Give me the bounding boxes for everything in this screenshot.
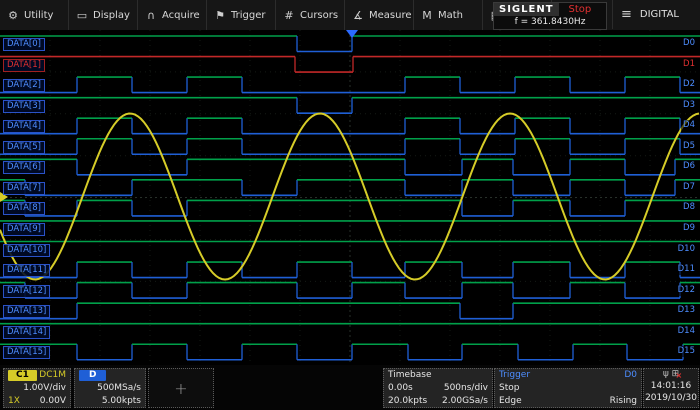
digital-channel-short-d7[interactable]: D7	[681, 181, 697, 193]
usb-icon: ψ	[662, 369, 669, 379]
timebase-title: Timebase	[388, 370, 432, 380]
digital-channel-label-d5[interactable]: DATA[5]	[3, 140, 45, 154]
digital-channel-short-d14[interactable]: D14	[675, 325, 697, 337]
menu-item-measure[interactable]: ∡ Measure	[345, 0, 414, 30]
trigger-position-marker[interactable]	[346, 30, 358, 38]
timebase-scale: 500ns/div	[443, 383, 488, 393]
math-icon: M	[422, 8, 432, 22]
cursors-icon: #	[284, 8, 294, 22]
digital-channel-short-d6[interactable]: D6	[681, 161, 697, 173]
trigger-source: D0	[624, 370, 637, 380]
measure-icon: ∡	[353, 8, 363, 22]
digital-channel-label-d6[interactable]: DATA[6]	[3, 161, 45, 175]
digital-channel-short-d15[interactable]: D15	[675, 346, 697, 358]
brand-status-box: SIGLENT Stop f = 361.8430Hz	[493, 2, 607, 30]
timebase-rate: 2.00GSa/s	[442, 396, 488, 406]
digital-channel-short-d4[interactable]: D4	[681, 120, 697, 132]
menu-item-trigger[interactable]: ⚑ Trigger	[207, 0, 276, 30]
menu-item-cursors[interactable]: # Cursors	[276, 0, 345, 30]
digital-channel-label-d8[interactable]: DATA[8]	[3, 202, 45, 216]
c1-probe-atten: 1X	[8, 396, 20, 406]
channel1-descriptor[interactable]: C1 DC1M 1.00V/div 1X 0.00V	[3, 368, 71, 408]
timebase-depth: 20.0kpts	[388, 396, 428, 406]
waveform-display: DATA[0] D0 DATA[1] D1 DATA[2] D2 DATA[3] D3 DATA…	[0, 30, 700, 365]
timebase-descriptor[interactable]: Timebase 0.00s 500ns/div 20.0kpts 2.00GS…	[383, 368, 493, 408]
add-channel-box[interactable]: +	[148, 368, 214, 408]
lan-disconnected-icon: ⊞ ×	[671, 369, 683, 380]
c1-offset: 0.00V	[39, 396, 66, 406]
digital-icon: ≡	[621, 7, 632, 22]
trigger-icon: ⚑	[215, 8, 225, 22]
c1-coupling: DC1M	[39, 370, 66, 380]
digital-channel-label-d12[interactable]: DATA[12]	[3, 284, 51, 298]
frequency-counter: f = 361.8430Hz	[514, 17, 586, 27]
digital-channel-label-d1[interactable]: DATA[1]	[3, 58, 45, 72]
menu-item-display[interactable]: ▭ Display	[69, 0, 138, 30]
digital-channel-short-d1[interactable]: D1	[681, 58, 697, 70]
timebase-delay: 0.00s	[388, 383, 413, 393]
digital-channel-label-d13[interactable]: DATA[13]	[3, 305, 51, 319]
digital-channel-short-d12[interactable]: D12	[675, 284, 697, 296]
trigger-slope: Rising	[609, 396, 637, 406]
acquisition-status-badge: Stop	[568, 4, 592, 15]
digital-channel-label-d11[interactable]: DATA[11]	[3, 264, 51, 278]
digital-channel-short-d5[interactable]: D5	[681, 140, 697, 152]
trigger-type: Edge	[499, 396, 522, 406]
digital-channel-label-d15[interactable]: DATA[15]	[3, 346, 51, 360]
digital-channel-short-d0[interactable]: D0	[681, 38, 697, 49]
digital-channel-label-d0[interactable]: DATA[0]	[3, 38, 45, 51]
digital-descriptor[interactable]: D 500MSa/s 5.00kpts	[74, 368, 146, 408]
digital-channel-label-d14[interactable]: DATA[14]	[3, 325, 51, 339]
digital-channel-short-d10[interactable]: D10	[675, 243, 697, 255]
digital-channel-short-d13[interactable]: D13	[675, 305, 697, 317]
clock-time: 14:01:16	[650, 381, 692, 391]
oscilloscope-screen: ⚙ Utility ▭ Display ∩ Acquire ⚑ Trigger # Cursors…	[0, 0, 700, 410]
digital-channel-short-d2[interactable]: D2	[681, 79, 697, 91]
d-sample-rate: 500MSa/s	[97, 383, 141, 393]
digital-channel-label-d3[interactable]: DATA[3]	[3, 99, 45, 113]
plus-icon: +	[174, 378, 188, 398]
digital-channel-short-d9[interactable]: D9	[681, 222, 697, 234]
digital-channel-label-d9[interactable]: DATA[9]	[3, 222, 45, 236]
waveform-svg	[0, 30, 700, 365]
trigger-status: Stop	[499, 383, 520, 393]
c1-vertical-scale: 1.00V/div	[23, 383, 66, 393]
bottom-status-bar: C1 DC1M 1.00V/div 1X 0.00V D 500MSa/s 5.…	[0, 365, 700, 410]
menu-item-acquire[interactable]: ∩ Acquire	[138, 0, 207, 30]
menu-item-math[interactable]: M Math	[414, 0, 483, 30]
siglent-logo: SIGLENT	[494, 3, 559, 16]
clock-date: 2019/10/30	[645, 393, 697, 403]
d-mem-depth: 5.00kpts	[101, 396, 141, 406]
menu-item-utility[interactable]: ⚙ Utility	[0, 0, 69, 30]
trigger-descriptor[interactable]: Trigger D0 Stop Edge Rising	[494, 368, 642, 408]
trigger-title: Trigger	[499, 370, 531, 380]
digital-label: DIGITAL	[639, 9, 679, 20]
digital-channel-label-d10[interactable]: DATA[10]	[3, 243, 51, 257]
utility-icon: ⚙	[8, 8, 18, 22]
digital-channel-label-d4[interactable]: DATA[4]	[3, 120, 45, 134]
digital-channel-label-d2[interactable]: DATA[2]	[3, 79, 45, 93]
digital-channel-short-d8[interactable]: D8	[681, 202, 697, 214]
display-icon: ▭	[76, 8, 88, 22]
datetime-box[interactable]: ψ ⊞ × 14:01:16 2019/10/30	[643, 368, 699, 408]
acquire-icon: ∩	[146, 8, 156, 22]
digital-menu-button[interactable]: ≡ DIGITAL	[612, 0, 700, 29]
c1-badge: C1	[8, 370, 37, 381]
digital-channel-short-d3[interactable]: D3	[681, 99, 697, 111]
digital-channel-label-d7[interactable]: DATA[7]	[3, 181, 45, 195]
digital-channel-short-d11[interactable]: D11	[675, 264, 697, 276]
d-badge: D	[79, 370, 107, 381]
